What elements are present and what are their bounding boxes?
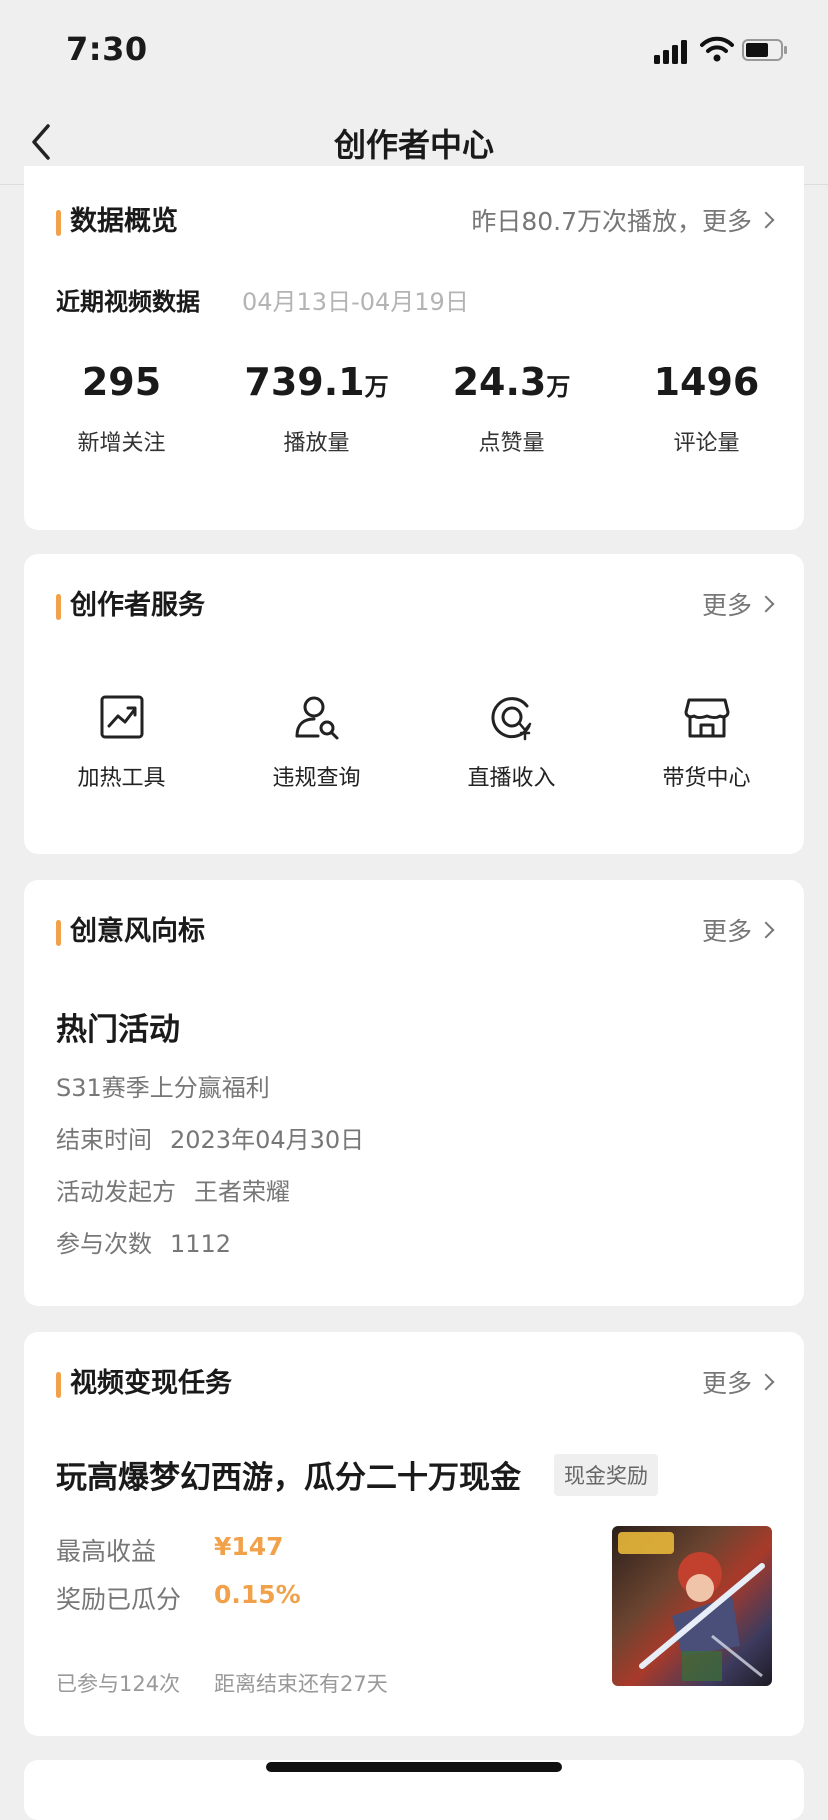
max-income-label: 最高收益 <box>56 1537 157 1566</box>
monetize-more-text: 更多 <box>701 1369 752 1398</box>
monetize-title: 视频变现任务 <box>56 1366 232 1402</box>
stat-comments[interactable]: 1496 评论量 <box>609 358 804 457</box>
battery-icon <box>742 39 787 61</box>
data-overview-card: 数据概览 昨日80.7万次播放，更多 近期视频数据 04月13日-04月19日 … <box>24 166 804 530</box>
creative-title: 创意风向标 <box>56 914 205 950</box>
monetize-task-card: 视频变现任务 更多 玩高爆梦幻西游，瓜分二十万现金 现金奖励 最高收益 ¥147… <box>24 1332 804 1736</box>
game-art-image <box>618 1532 765 1681</box>
stat-label: 点赞量 <box>478 431 545 456</box>
activity-name[interactable]: S31赛季上分赢福利 <box>56 1068 270 1103</box>
task-title[interactable]: 玩高爆梦幻西游，瓜分二十万现金 <box>56 1452 521 1497</box>
end-time-label: 结束时间 <box>56 1126 152 1154</box>
status-time: 7:30 <box>66 30 148 68</box>
sponsor-value: 王者荣耀 <box>194 1178 290 1206</box>
service-label: 直播收入 <box>467 766 556 791</box>
service-violation-query[interactable]: 违规查询 <box>219 692 414 792</box>
creator-services-card: 创作者服务 更多 加热工具 违规查询 直播收入 带货中心 <box>24 554 804 854</box>
service-commerce-center[interactable]: 带货中心 <box>609 692 804 792</box>
stat-plays[interactable]: 739.1万 播放量 <box>219 358 414 457</box>
participation-value: 1112 <box>170 1230 232 1258</box>
cash-reward-badge: 现金奖励 <box>554 1454 658 1496</box>
sponsor-row: 活动发起方 王者荣耀 <box>56 1172 290 1207</box>
participation-row: 参与次数 1112 <box>56 1224 231 1259</box>
overview-title: 数据概览 <box>56 204 178 240</box>
chevron-right-icon <box>757 1373 775 1391</box>
hot-activity-title: 热门活动 <box>56 1012 180 1048</box>
services-title: 创作者服务 <box>56 588 205 624</box>
end-time-value: 2023年04月30日 <box>170 1126 365 1154</box>
chevron-right-icon <box>757 595 775 613</box>
overview-more-text: 昨日80.7万次播放，更多 <box>471 207 752 236</box>
participation-label: 参与次数 <box>56 1230 152 1258</box>
reward-split-label: 奖励已瓜分 <box>56 1585 182 1614</box>
trend-chart-icon <box>100 695 143 739</box>
monetize-more-link[interactable]: 更多 <box>701 1366 775 1402</box>
stat-label: 评论量 <box>673 431 740 456</box>
end-time-row: 结束时间 2023年04月30日 <box>56 1120 364 1155</box>
service-live-income[interactable]: 直播收入 <box>414 692 609 792</box>
chevron-right-icon <box>757 211 775 229</box>
joined-count: 已参与124次 <box>56 1672 181 1696</box>
reward-split-value: 0.15% <box>214 1580 301 1609</box>
store-icon <box>684 698 729 738</box>
service-label: 加热工具 <box>77 766 166 791</box>
services-more-link[interactable]: 更多 <box>701 588 775 624</box>
creative-trends-card: 创意风向标 更多 热门活动 S31赛季上分赢福利 结束时间 2023年04月30日… <box>24 880 804 1306</box>
stat-label: 播放量 <box>283 431 350 456</box>
home-indicator[interactable] <box>266 1762 562 1772</box>
recent-video-label: 近期视频数据 <box>56 288 200 316</box>
creative-more-text: 更多 <box>701 917 752 946</box>
stat-value: 739.1 <box>244 360 365 404</box>
sponsor-label: 活动发起方 <box>56 1178 176 1206</box>
stat-new-followers[interactable]: 295 新增关注 <box>24 358 219 457</box>
wifi-icon <box>700 36 734 62</box>
stat-likes[interactable]: 24.3万 点赞量 <box>414 358 609 457</box>
service-label: 违规查询 <box>272 766 361 791</box>
stat-unit: 万 <box>546 373 571 401</box>
user-search-icon <box>295 696 338 740</box>
service-boost-tool[interactable]: 加热工具 <box>24 692 219 792</box>
stat-label: 新增关注 <box>77 431 166 456</box>
stat-unit: 万 <box>364 373 389 401</box>
services-more-text: 更多 <box>701 591 752 620</box>
overview-more-link[interactable]: 昨日80.7万次播放，更多 <box>471 204 775 240</box>
signal-icon <box>654 38 690 64</box>
stat-value: 1496 <box>653 360 760 404</box>
time-remaining: 距离结束还有27天 <box>214 1672 388 1696</box>
max-income-value: ¥147 <box>214 1532 284 1561</box>
stat-value: 295 <box>81 360 162 404</box>
date-range: 04月13日-04月19日 <box>242 288 469 316</box>
yuan-circle-icon <box>491 697 531 741</box>
stat-value: 24.3 <box>452 360 547 404</box>
status-bar: 7:30 <box>0 0 828 100</box>
task-thumbnail[interactable] <box>612 1526 772 1686</box>
chevron-right-icon <box>757 921 775 939</box>
creative-more-link[interactable]: 更多 <box>701 914 775 950</box>
page-title: 创作者中心 <box>333 126 494 164</box>
service-label: 带货中心 <box>662 766 751 791</box>
